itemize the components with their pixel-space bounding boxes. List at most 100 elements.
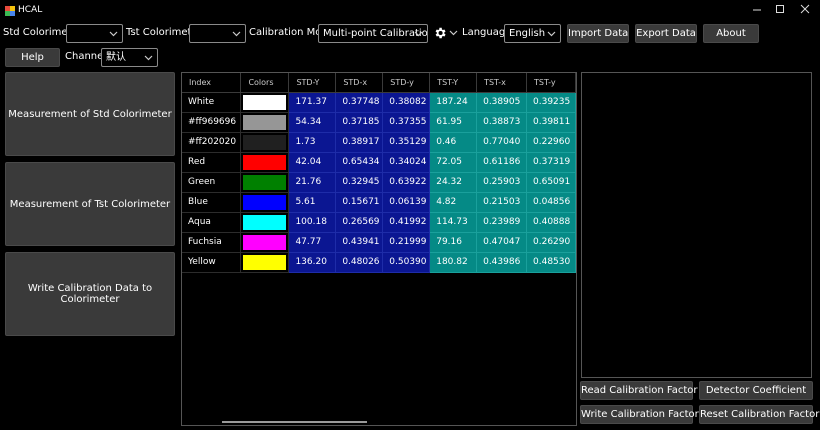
cell-color[interactable] — [240, 132, 290, 153]
header-tst-y[interactable]: TST-y — [526, 73, 576, 93]
cell-std-Y[interactable]: 21.76 — [288, 172, 337, 193]
help-button[interactable]: Help — [5, 48, 60, 67]
cell-tst-x[interactable]: 0.21503 — [476, 192, 528, 213]
cell-index[interactable]: Fuchsia — [182, 232, 242, 253]
cell-std-y[interactable]: 0.34024 — [382, 152, 431, 173]
cell-color[interactable] — [240, 112, 290, 133]
cell-tst-x[interactable]: 0.25903 — [476, 172, 528, 193]
cell-std-x[interactable]: 0.48026 — [335, 252, 384, 273]
cell-color[interactable] — [240, 252, 290, 273]
tst-colorimeter-select[interactable] — [189, 24, 246, 43]
cell-color[interactable] — [240, 152, 290, 173]
calibration-mode-select[interactable]: Multi-point Calibration — [318, 24, 428, 43]
import-data-button[interactable]: Import Data — [567, 24, 629, 43]
cell-std-Y[interactable]: 136.20 — [288, 252, 337, 273]
cell-std-Y[interactable]: 100.18 — [288, 212, 337, 233]
cell-tst-y[interactable]: 0.26290 — [526, 232, 576, 253]
cell-tst-Y[interactable]: 0.46 — [429, 132, 478, 153]
cell-tst-x[interactable]: 0.43986 — [476, 252, 528, 273]
cell-tst-y[interactable]: 0.48530 — [526, 252, 576, 273]
cell-index[interactable]: Aqua — [182, 212, 242, 233]
cell-std-y[interactable]: 0.41992 — [382, 212, 431, 233]
cell-color[interactable] — [240, 232, 290, 253]
gear-icon[interactable] — [433, 26, 447, 40]
cell-std-y[interactable]: 0.38082 — [382, 92, 431, 113]
about-button[interactable]: About — [703, 24, 759, 43]
cell-color[interactable] — [240, 172, 290, 193]
cell-tst-Y[interactable]: 114.73 — [429, 212, 478, 233]
cell-index[interactable]: Green — [182, 172, 242, 193]
table-row[interactable]: Green 21.76 0.32945 0.63922 24.32 0.25903 0.65… — [182, 172, 576, 193]
cell-std-Y[interactable]: 42.04 — [288, 152, 337, 173]
cell-std-y[interactable]: 0.21999 — [382, 232, 431, 253]
table-row[interactable]: #ff202020 1.73 0.38917 0.35129 0.46 0.77040 0.… — [182, 132, 576, 153]
cell-std-y[interactable]: 0.50390 — [382, 252, 431, 273]
cell-tst-Y[interactable]: 24.32 — [429, 172, 478, 193]
cell-std-x[interactable]: 0.32945 — [335, 172, 384, 193]
cell-tst-Y[interactable]: 180.82 — [429, 252, 478, 273]
cell-index[interactable]: Yellow — [182, 252, 242, 273]
reset-calibration-factor-button[interactable]: Reset Calibration Factor — [699, 405, 819, 424]
cell-std-Y[interactable]: 1.73 — [288, 132, 337, 153]
cell-tst-x[interactable]: 0.61186 — [476, 152, 528, 173]
cell-tst-x[interactable]: 0.38905 — [476, 92, 528, 113]
maximize-icon[interactable] — [770, 3, 790, 19]
cell-tst-y[interactable]: 0.40888 — [526, 212, 576, 233]
cell-std-x[interactable]: 0.37748 — [335, 92, 384, 113]
cell-index[interactable]: #ff202020 — [182, 132, 242, 153]
header-tst-Y[interactable]: TST-Y — [429, 73, 478, 93]
cell-std-Y[interactable]: 47.77 — [288, 232, 337, 253]
header-colors[interactable]: Colors — [240, 73, 290, 93]
std-colorimeter-select[interactable] — [66, 24, 123, 43]
cell-std-Y[interactable]: 54.34 — [288, 112, 337, 133]
language-select[interactable]: English — [504, 24, 561, 43]
measure-tst-colorimeter-button[interactable]: Measurement of Tst Colorimeter — [5, 162, 175, 246]
cell-index[interactable]: Blue — [182, 192, 242, 213]
cell-tst-y[interactable]: 0.39811 — [526, 112, 576, 133]
cell-std-x[interactable]: 0.26569 — [335, 212, 384, 233]
cell-color[interactable] — [240, 212, 290, 233]
header-std-y[interactable]: STD-y — [382, 73, 431, 93]
cell-color[interactable] — [240, 92, 290, 113]
table-row[interactable]: Blue 5.61 0.15671 0.06139 4.82 0.21503 0.04856 — [182, 192, 576, 213]
cell-tst-Y[interactable]: 4.82 — [429, 192, 478, 213]
cell-index[interactable]: White — [182, 92, 242, 113]
table-row[interactable]: Yellow 136.20 0.48026 0.50390 180.82 0.43986 0… — [182, 252, 576, 273]
cell-std-y[interactable]: 0.06139 — [382, 192, 431, 213]
cell-tst-x[interactable]: 0.23989 — [476, 212, 528, 233]
cell-tst-y[interactable]: 0.37319 — [526, 152, 576, 173]
table-row[interactable]: Red 42.04 0.65434 0.34024 72.05 0.61186 0.3731… — [182, 152, 576, 173]
cell-std-x[interactable]: 0.43941 — [335, 232, 384, 253]
cell-tst-Y[interactable]: 61.95 — [429, 112, 478, 133]
cell-tst-x[interactable]: 0.38873 — [476, 112, 528, 133]
detector-coefficient-button[interactable]: Detector Coefficient — [699, 381, 813, 400]
cell-std-x[interactable]: 0.65434 — [335, 152, 384, 173]
cell-tst-x[interactable]: 0.77040 — [476, 132, 528, 153]
cell-tst-Y[interactable]: 79.16 — [429, 232, 478, 253]
table-row[interactable]: Aqua 100.18 0.26569 0.41992 114.73 0.23989 0.4… — [182, 212, 576, 233]
cell-tst-Y[interactable]: 72.05 — [429, 152, 478, 173]
chevron-down-icon[interactable] — [449, 28, 458, 38]
cell-std-Y[interactable]: 5.61 — [288, 192, 337, 213]
cell-std-x[interactable]: 0.38917 — [335, 132, 384, 153]
cell-std-y[interactable]: 0.37355 — [382, 112, 431, 133]
cell-tst-y[interactable]: 0.39235 — [526, 92, 576, 113]
header-std-x[interactable]: STD-x — [335, 73, 384, 93]
write-calibration-factor-button[interactable]: Write Calibration Factor — [580, 405, 699, 424]
cell-index[interactable]: Red — [182, 152, 242, 173]
cell-tst-Y[interactable]: 187.24 — [429, 92, 478, 113]
cell-tst-y[interactable]: 0.22960 — [526, 132, 576, 153]
cell-tst-y[interactable]: 0.65091 — [526, 172, 576, 193]
minimize-icon[interactable] — [747, 3, 767, 19]
cell-std-x[interactable]: 0.15671 — [335, 192, 384, 213]
header-index[interactable]: Index — [182, 73, 242, 93]
export-data-button[interactable]: Export Data — [635, 24, 697, 43]
cell-std-Y[interactable]: 171.37 — [288, 92, 337, 113]
measure-std-colorimeter-button[interactable]: Measurement of Std Colorimeter — [5, 72, 175, 156]
close-icon[interactable] — [795, 3, 815, 19]
write-calibration-data-button[interactable]: Write Calibration Data to Colorimeter — [5, 252, 175, 336]
cell-std-x[interactable]: 0.37185 — [335, 112, 384, 133]
cell-tst-y[interactable]: 0.04856 — [526, 192, 576, 213]
read-calibration-factor-button[interactable]: Read Calibration Factor — [580, 381, 698, 400]
channel-select[interactable]: 默认 — [101, 48, 158, 67]
